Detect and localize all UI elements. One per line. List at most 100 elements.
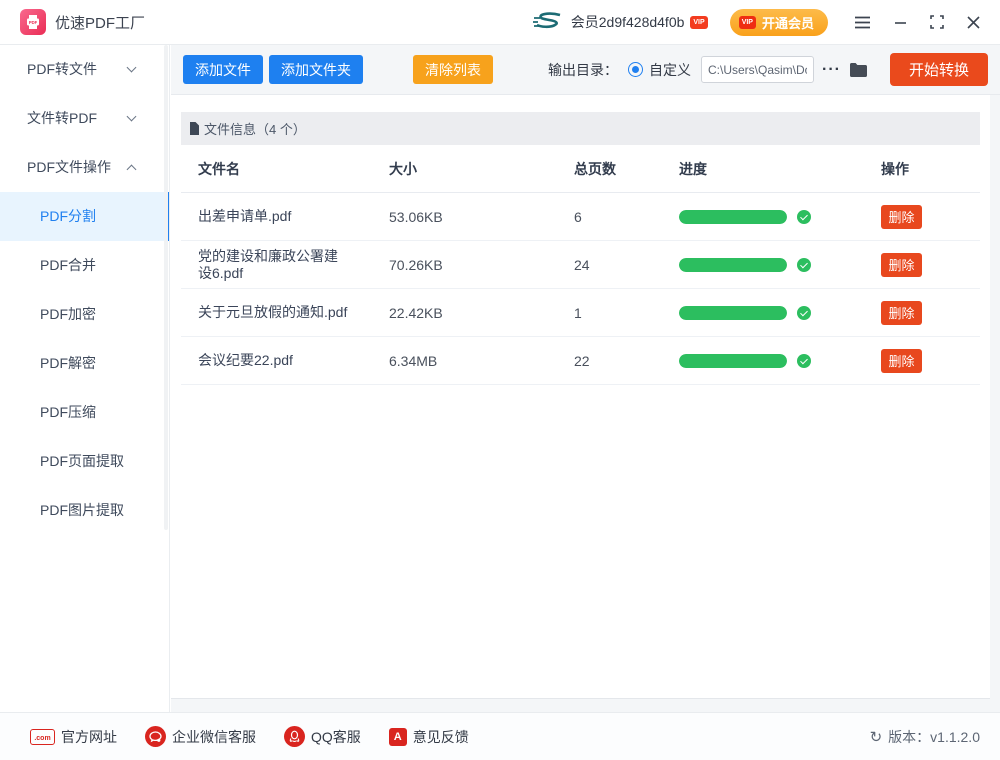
file-name: 党的建设和廉政公署建设6.pdf (181, 248, 372, 282)
progress-complete-icon (797, 354, 811, 368)
wechat-icon (145, 726, 166, 747)
chevron-down-icon (127, 63, 137, 73)
footer-link-wecom-support[interactable]: 企业微信客服 (145, 726, 256, 747)
file-pages: 22 (557, 353, 662, 369)
sidebar-group-pdf-operations[interactable]: PDF文件操作 (0, 143, 169, 192)
sidebar-group-label: PDF文件操作 (27, 159, 111, 175)
file-info-header: 文件信息（4 个） (181, 112, 980, 145)
progress-complete-icon (797, 306, 811, 320)
progress-bar (679, 210, 787, 224)
add-file-button[interactable]: 添加文件 (183, 55, 263, 84)
delete-button[interactable]: 删除 (881, 205, 922, 229)
version-label: 版本：v1.1.2.0 (888, 727, 980, 747)
file-name: 关于元旦放假的通知.pdf (181, 304, 372, 321)
footer-link-label: QQ客服 (311, 727, 361, 747)
sidebar-item-label: PDF解密 (40, 355, 96, 371)
footer-link-label: 官方网址 (61, 727, 117, 747)
version-info: ↻ 版本：v1.1.2.0 (870, 727, 980, 747)
footer-link-qq-support[interactable]: QQ客服 (284, 726, 361, 747)
footer-link-feedback[interactable]: A 意见反馈 (389, 727, 469, 747)
sidebar: PDF转文件 文件转PDF PDF文件操作 PDF分割 PDF合并 PDF加密 … (0, 45, 170, 712)
toolbar: 添加文件 添加文件夹 清除列表 输出目录： 自定义 ··· 开始转换 (171, 45, 1000, 95)
member-id-label: 会员2d9f428d4f0b (571, 12, 685, 32)
file-panel: 文件信息（4 个） 文件名 大小 总页数 进度 操作 出差申请单.pdf 53.… (171, 95, 990, 699)
chevron-down-icon (127, 112, 137, 122)
action-cell: 删除 (864, 349, 980, 373)
table-row: 党的建设和廉政公署建设6.pdf 70.26KB 24 删除 (181, 241, 980, 289)
progress-bar (679, 306, 787, 320)
footer-link-label: 意见反馈 (413, 727, 469, 747)
file-size: 70.26KB (372, 257, 557, 273)
sidebar-group-label: 文件转PDF (27, 110, 97, 126)
custom-option-label: 自定义 (649, 60, 691, 80)
table-header: 文件名 大小 总页数 进度 操作 (181, 145, 980, 193)
progress-cell (662, 354, 864, 368)
browse-more-button[interactable]: ··· (822, 61, 841, 79)
progress-complete-icon (797, 258, 811, 272)
table-row: 会议纪要22.pdf 6.34MB 22 删除 (181, 337, 980, 385)
app-logo-icon: PDF (20, 9, 46, 35)
progress-bar (679, 354, 787, 368)
add-folder-button[interactable]: 添加文件夹 (269, 55, 363, 84)
upgrade-member-button[interactable]: VIP 开通会员 (730, 9, 828, 36)
minimize-icon[interactable] (894, 16, 907, 29)
action-cell: 删除 (864, 205, 980, 229)
sidebar-item-pdf-decrypt[interactable]: PDF解密 (0, 339, 169, 388)
document-icon (189, 122, 199, 135)
file-size: 53.06KB (372, 209, 557, 225)
refresh-icon[interactable]: ↻ (870, 728, 883, 746)
sidebar-item-pdf-image-extract[interactable]: PDF图片提取 (0, 486, 169, 535)
sidebar-item-label: PDF加密 (40, 306, 96, 322)
sidebar-item-pdf-encrypt[interactable]: PDF加密 (0, 290, 169, 339)
start-convert-button[interactable]: 开始转换 (890, 53, 988, 86)
open-folder-icon[interactable] (849, 62, 868, 77)
sidebar-group-pdf-to-file[interactable]: PDF转文件 (0, 45, 169, 94)
file-pages: 6 (557, 209, 662, 225)
vip-badge-icon: VIP (739, 16, 756, 29)
output-dir-label: 输出目录： (548, 60, 618, 80)
qq-icon (284, 726, 305, 747)
progress-cell (662, 306, 864, 320)
table-row: 关于元旦放假的通知.pdf 22.42KB 1 删除 (181, 289, 980, 337)
file-pages: 1 (557, 305, 662, 321)
menu-icon[interactable] (854, 16, 871, 29)
file-size: 6.34MB (372, 353, 557, 369)
column-header-action: 操作 (864, 159, 980, 179)
sidebar-item-pdf-compress[interactable]: PDF压缩 (0, 388, 169, 437)
member-avatar-swoosh-icon (531, 11, 563, 33)
output-path-input[interactable] (701, 56, 814, 83)
sidebar-item-label: PDF压缩 (40, 404, 96, 420)
sidebar-item-label: PDF分割 (40, 208, 96, 224)
footer-link-official-site[interactable]: .com 官方网址 (30, 727, 117, 747)
sidebar-item-label: PDF图片提取 (40, 502, 124, 518)
sidebar-item-label: PDF页面提取 (40, 453, 124, 469)
table-row: 出差申请单.pdf 53.06KB 6 删除 (181, 193, 980, 241)
progress-complete-icon (797, 210, 811, 224)
sidebar-scrollbar[interactable] (164, 45, 168, 530)
app-title: 优速PDF工厂 (55, 12, 145, 33)
custom-output-radio[interactable] (628, 62, 643, 77)
sidebar-group-file-to-pdf[interactable]: 文件转PDF (0, 94, 169, 143)
sidebar-item-pdf-page-extract[interactable]: PDF页面提取 (0, 437, 169, 486)
chevron-up-icon (127, 165, 137, 175)
clear-list-button[interactable]: 清除列表 (413, 55, 493, 84)
delete-button[interactable]: 删除 (881, 301, 922, 325)
main-area: 添加文件 添加文件夹 清除列表 输出目录： 自定义 ··· 开始转换 文件信息（… (171, 45, 1000, 712)
delete-button[interactable]: 删除 (881, 253, 922, 277)
progress-bar (679, 258, 787, 272)
vip-badge-icon: VIP (690, 16, 707, 29)
action-cell: 删除 (864, 301, 980, 325)
close-icon[interactable] (967, 16, 980, 29)
svg-text:PDF: PDF (29, 20, 38, 25)
sidebar-item-pdf-split[interactable]: PDF分割 (0, 192, 169, 241)
action-cell: 删除 (864, 253, 980, 277)
maximize-icon[interactable] (930, 15, 944, 29)
footer-link-label: 企业微信客服 (172, 727, 256, 747)
file-info-title: 文件信息（4 个） (204, 119, 306, 138)
sidebar-item-label: PDF合并 (40, 257, 96, 273)
delete-button[interactable]: 删除 (881, 349, 922, 373)
column-header-size: 大小 (372, 159, 557, 179)
progress-cell (662, 258, 864, 272)
sidebar-item-pdf-merge[interactable]: PDF合并 (0, 241, 169, 290)
progress-cell (662, 210, 864, 224)
